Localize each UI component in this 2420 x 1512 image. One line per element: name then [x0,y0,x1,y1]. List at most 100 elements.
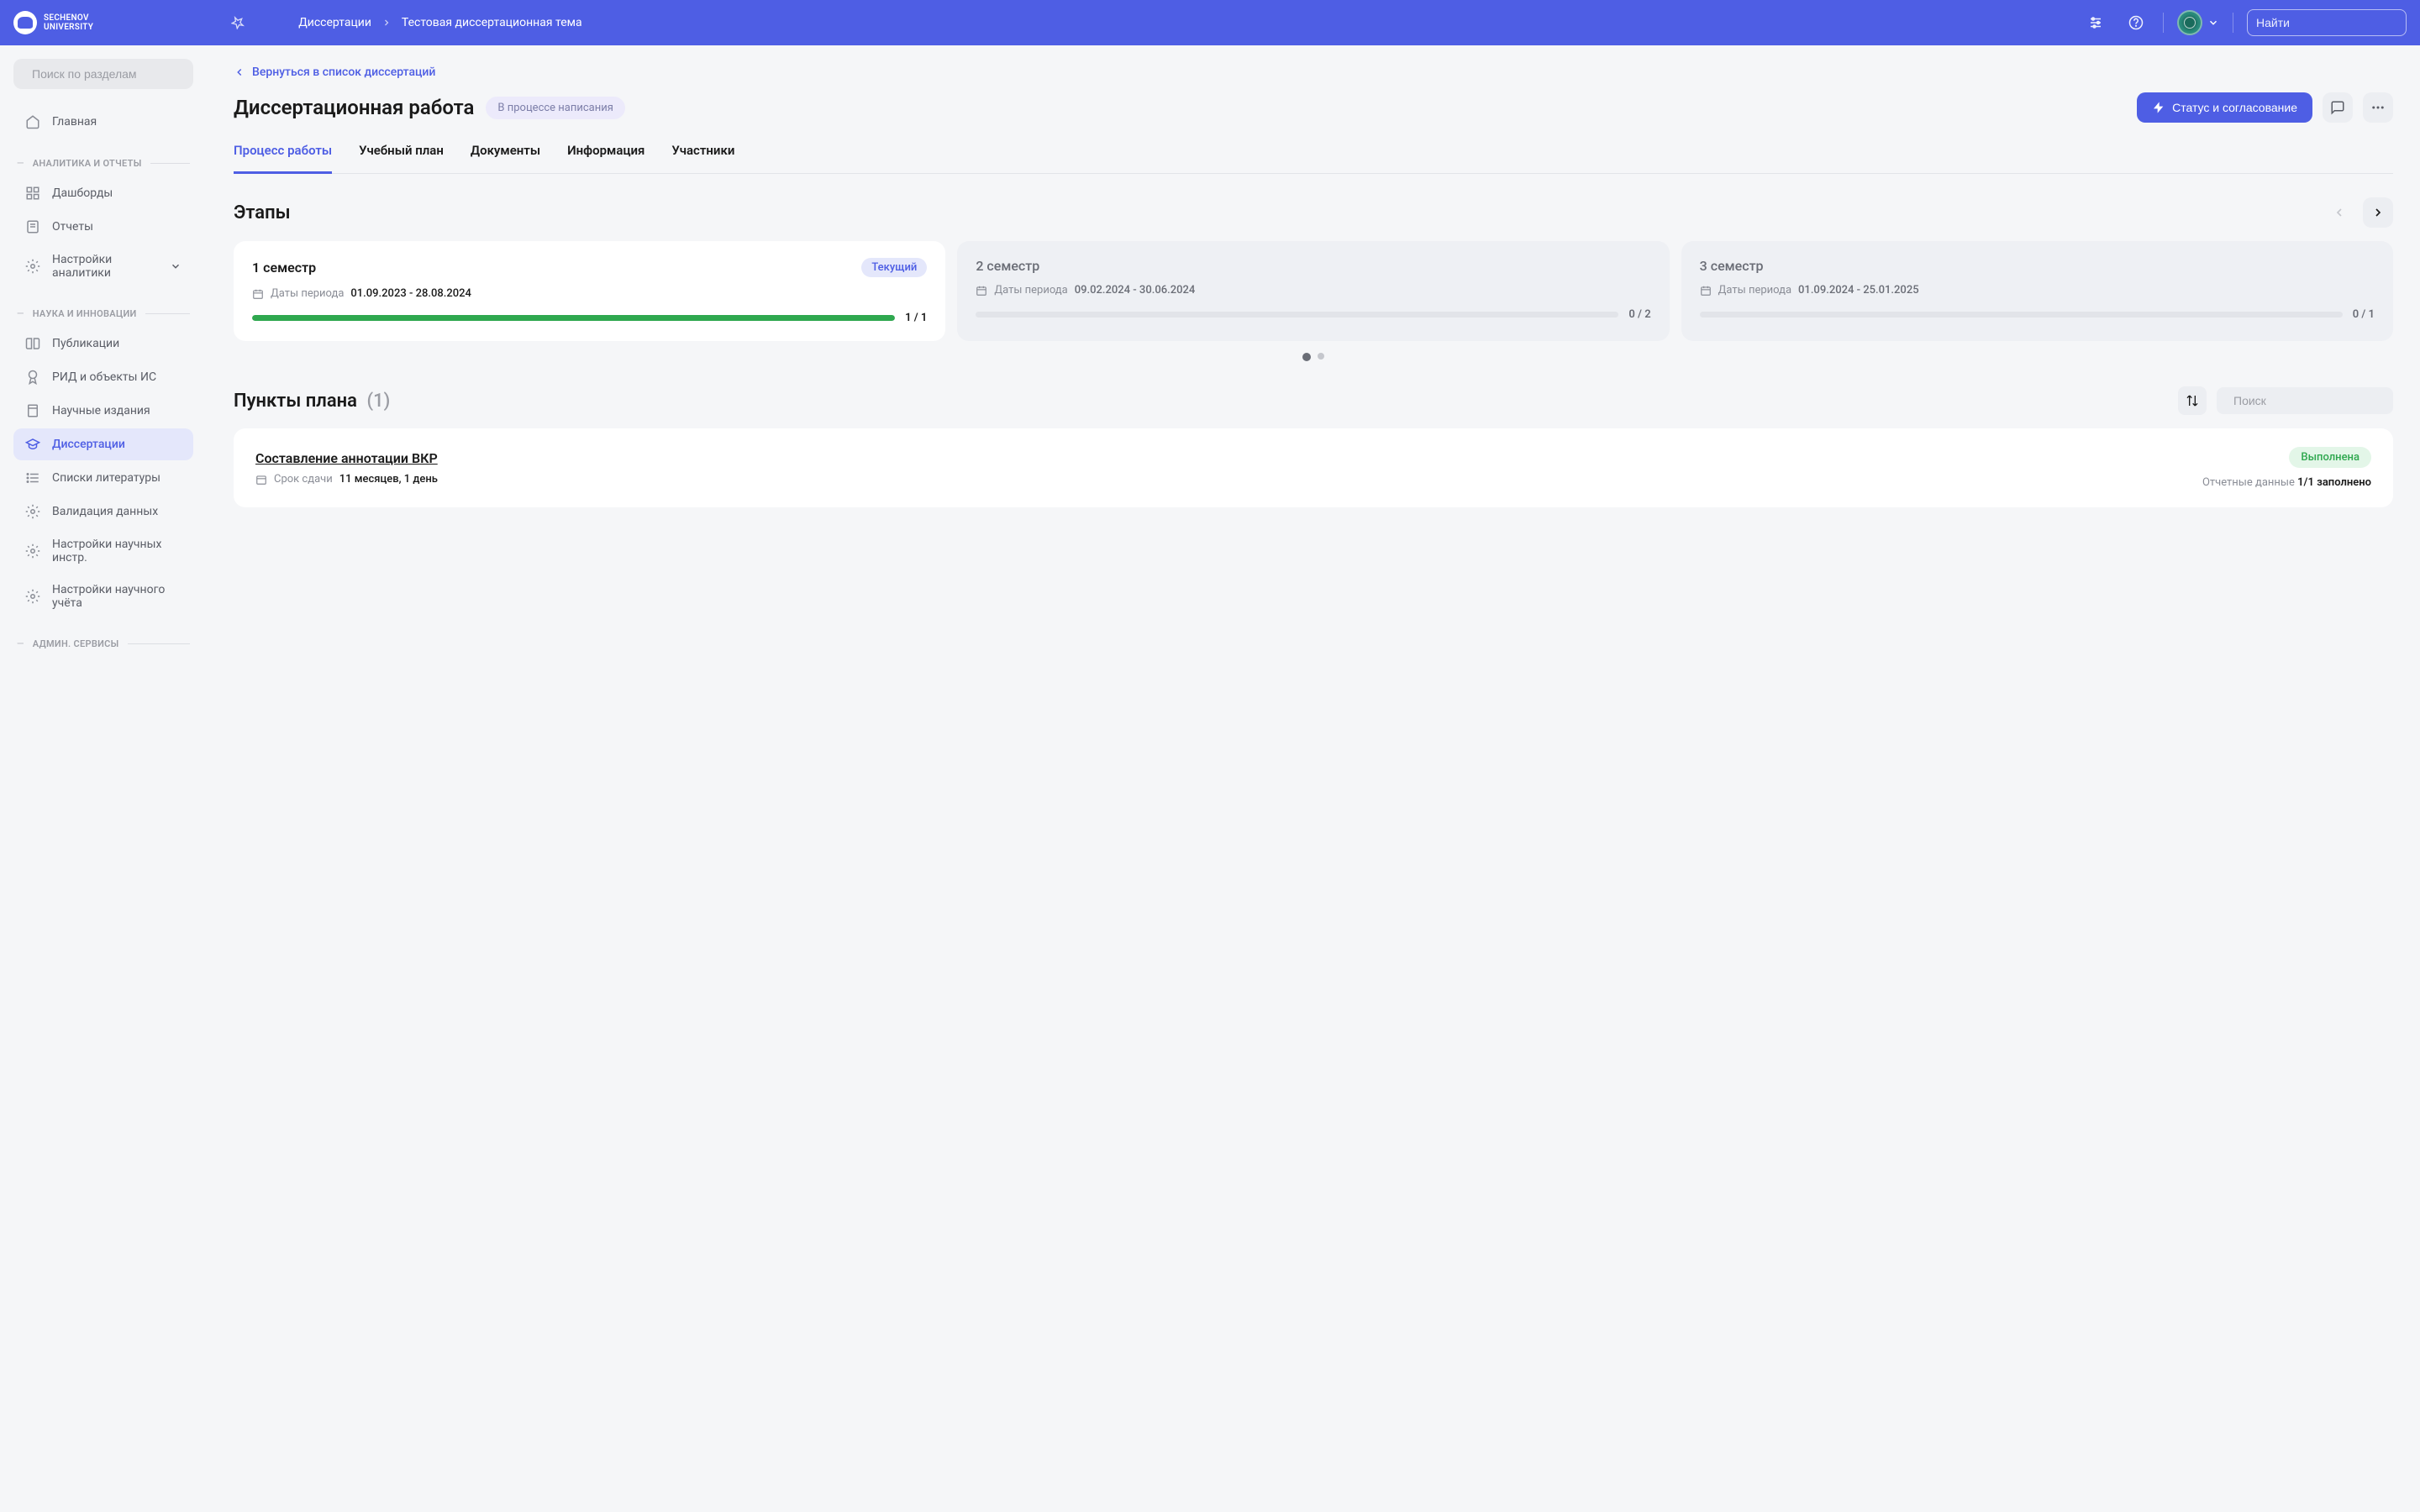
tab[interactable]: Документы [471,143,540,174]
logo-icon [13,11,37,34]
chevron-right-icon [2371,206,2385,219]
progress-bar [976,312,1618,318]
due-label: Срок сдачи [274,473,333,486]
pin-icon[interactable] [224,9,251,36]
sidebar-search-input[interactable] [32,67,184,81]
global-search[interactable] [2247,9,2407,36]
logo[interactable]: Sechenov University [13,11,93,34]
breadcrumb-item[interactable]: Диссертации [298,16,371,29]
carousel-dots [234,353,2393,361]
gradcap-icon [25,437,40,452]
help-icon[interactable] [2123,9,2149,36]
current-badge: Текущий [861,258,927,277]
main-content: Вернуться в список диссертаций Диссертац… [207,45,2420,1512]
avatar [2177,10,2202,35]
journal-icon [25,403,40,418]
calendar-icon [976,285,987,297]
sidebar-item-label: Валидация данных [52,505,158,518]
chevron-left-icon [234,66,245,78]
dates-label: Даты периода [1718,284,1791,297]
chat-icon [2330,100,2345,115]
sidebar-item-home[interactable]: Главная [13,106,193,138]
dates-value: 01.09.2023 - 28.08.2024 [350,287,471,300]
stage-card[interactable]: 3 семестр Даты периода 01.09.2024 - 25.0… [1681,241,2393,341]
progress-bar [252,315,895,321]
status-badge-done: Выполнена [2289,447,2371,468]
sidebar-section-header: НАУКА И ИННОВАЦИИ [13,308,193,319]
badge-icon [25,370,40,385]
settings-sliders-icon[interactable] [2082,9,2109,36]
status-badge: В процессе написания [486,97,624,119]
sidebar-item-label: Публикации [52,337,119,350]
list-icon [25,470,40,486]
sidebar-section-header: АНАЛИТИКА И ОТЧЕТЫ [13,158,193,169]
status-approval-button[interactable]: Статус и согласование [2137,92,2312,123]
sidebar-item-label: РИД и объекты ИС [52,370,156,384]
sidebar-item[interactable]: РИД и объекты ИС [13,361,193,393]
calendar-icon [255,474,267,486]
sidebar-item[interactable]: Настройки научного учёта [13,575,193,618]
carousel-dot[interactable] [1318,353,1324,360]
stage-card[interactable]: 2 семестр Даты периода 09.02.2024 - 30.0… [957,241,1669,341]
progress-count: 1 / 1 [905,312,927,324]
calendar-icon [1700,285,1712,297]
sidebar-item[interactable]: Списки литературы [13,462,193,494]
dates-value: 09.02.2024 - 30.06.2024 [1075,284,1196,297]
sidebar-item-label: Списки литературы [52,471,160,485]
plan-count: (1) [366,391,390,412]
user-menu[interactable] [2177,10,2219,35]
chevron-down-icon [170,260,182,272]
more-button[interactable] [2363,92,2393,123]
sidebar-section-header: АДМИН. СЕРВИСЫ [13,638,193,649]
stages-prev-button[interactable] [2324,197,2354,228]
logo-text: Sechenov University [44,13,93,32]
sidebar-item-label: Диссертации [52,438,125,451]
comments-button[interactable] [2323,92,2353,123]
dots-icon [2370,100,2386,115]
sidebar-item-label: Настройки аналитики [52,253,158,280]
stage-title: 3 семестр [1700,258,1764,274]
plan-item[interactable]: Составление аннотации ВКР Срок сдачи 11 … [234,428,2393,507]
sidebar-item[interactable]: Научные издания [13,395,193,427]
tab[interactable]: Учебный план [359,143,444,174]
breadcrumb: Диссертации Тестовая диссертационная тем… [298,16,581,29]
stage-card[interactable]: 1 семестр Текущий Даты периода 01.09.202… [234,241,945,341]
sort-icon [2186,394,2199,407]
tab[interactable]: Участники [671,143,734,174]
stages-next-button[interactable] [2363,197,2393,228]
sidebar-item[interactable]: Публикации [13,328,193,360]
lightning-icon [2152,101,2165,114]
plan-title: Пункты плана (1) [234,391,390,412]
chevron-right-icon [381,18,392,28]
plan-search[interactable] [2217,387,2393,414]
back-link[interactable]: Вернуться в список диссертаций [234,66,435,79]
sidebar-item[interactable]: Диссертации [13,428,193,460]
topbar: Sechenov University Диссертации Тестовая… [0,0,2420,45]
sidebar-item[interactable]: Отчеты [13,211,193,243]
tab[interactable]: Информация [567,143,644,174]
sidebar-item[interactable]: Настройки аналитики [13,244,193,288]
tabs: Процесс работы Учебный план Документы Инфор… [234,143,2393,174]
breadcrumb-item: Тестовая диссертационная тема [402,16,582,29]
sidebar-item-label: Настройки научных инстр. [52,538,182,564]
global-search-input[interactable] [2256,16,2408,29]
dashboard-icon [25,186,40,201]
due-value: 11 месяцев, 1 день [339,473,438,486]
sidebar-item[interactable]: Настройки научных инстр. [13,529,193,573]
chevron-down-icon [2207,17,2219,29]
sidebar-item[interactable]: Валидация данных [13,496,193,528]
sidebar-item-label: Настройки научного учёта [52,583,182,610]
chevron-left-icon [2333,206,2346,219]
plan-search-input[interactable] [2233,394,2386,407]
sort-button[interactable] [2178,386,2207,415]
dates-label: Даты периода [994,284,1067,297]
tab[interactable]: Процесс работы [234,143,332,174]
gear-icon [25,589,40,604]
plan-item-title[interactable]: Составление аннотации ВКР [255,450,438,466]
sidebar-search[interactable] [13,59,193,89]
sidebar-item[interactable]: Дашборды [13,177,193,209]
book-icon [25,336,40,351]
gear-icon [25,543,40,559]
carousel-dot[interactable] [1302,353,1311,361]
home-icon [25,114,40,129]
